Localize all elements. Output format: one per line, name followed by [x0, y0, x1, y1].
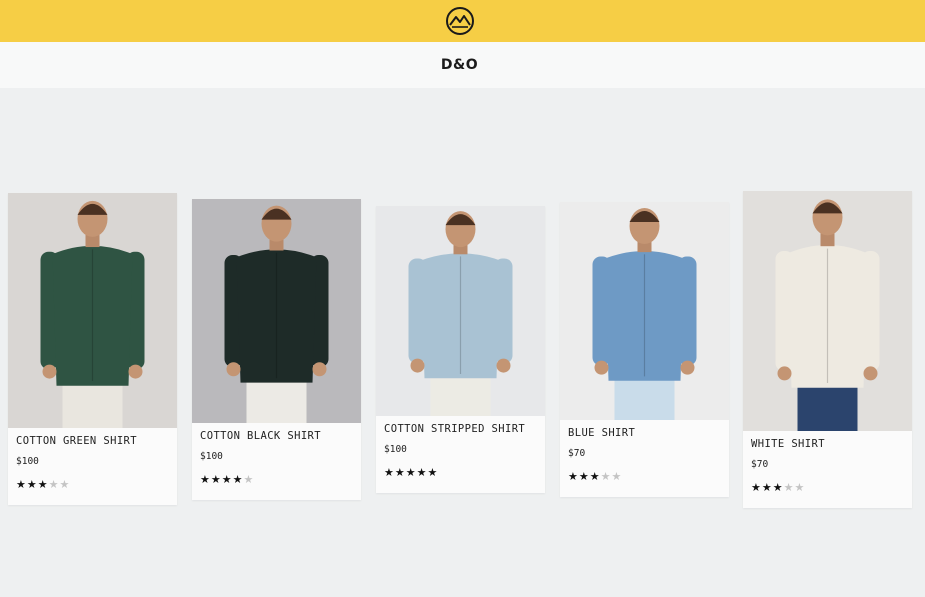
brand-bar: D&O [0, 42, 925, 88]
product-info: COTTON BLACK SHIRT $100 ★★★★★ [192, 423, 361, 500]
star-filled-icon: ★ [221, 473, 233, 486]
product-name[interactable]: BLUE SHIRT [568, 425, 729, 447]
star-filled-icon: ★ [589, 470, 601, 483]
star-empty-icon: ★ [600, 470, 612, 483]
mountain-circle-logo-icon[interactable] [445, 6, 475, 36]
product-info: COTTON GREEN SHIRT $100 ★★★★★ [8, 428, 177, 505]
star-filled-icon: ★ [405, 466, 417, 479]
star-empty-icon: ★ [611, 470, 623, 483]
star-filled-icon: ★ [578, 470, 590, 483]
model-photo [743, 191, 912, 431]
star-filled-icon: ★ [37, 478, 49, 491]
star-filled-icon: ★ [210, 473, 222, 486]
product-price: $100 [200, 451, 223, 462]
product-name[interactable]: COTTON BLACK SHIRT [200, 428, 361, 450]
product-card[interactable]: COTTON STRIPPED SHIRT $100 ★★★★★ [376, 206, 545, 493]
rating-stars: ★★★★★ [384, 467, 545, 479]
top-header-bar [0, 0, 925, 42]
product-image[interactable] [8, 193, 177, 428]
product-name[interactable]: COTTON STRIPPED SHIRT [384, 421, 545, 443]
star-filled-icon: ★ [16, 478, 27, 491]
brand-name[interactable]: D&O [441, 57, 478, 73]
model-photo [8, 193, 177, 428]
star-empty-icon: ★ [783, 481, 795, 494]
star-filled-icon: ★ [200, 473, 211, 486]
product-card[interactable]: BLUE SHIRT $70 ★★★★★ [560, 202, 729, 497]
product-info: WHITE SHIRT $70 ★★★★★ [743, 431, 912, 508]
model-photo [560, 202, 729, 420]
product-card[interactable]: COTTON BLACK SHIRT $100 ★★★★★ [192, 199, 361, 500]
star-empty-icon: ★ [243, 473, 255, 486]
star-filled-icon: ★ [384, 466, 395, 479]
model-photo [192, 199, 361, 423]
star-filled-icon: ★ [26, 478, 38, 491]
star-empty-icon: ★ [794, 481, 806, 494]
rating-stars: ★★★★★ [16, 479, 177, 491]
star-empty-icon: ★ [59, 478, 71, 491]
star-filled-icon: ★ [232, 473, 244, 486]
product-name[interactable]: COTTON GREEN SHIRT [16, 433, 177, 455]
product-card[interactable]: COTTON GREEN SHIRT $100 ★★★★★ [8, 193, 177, 505]
product-price: $70 [568, 448, 586, 459]
star-filled-icon: ★ [394, 466, 406, 479]
star-filled-icon: ★ [427, 466, 439, 479]
star-filled-icon: ★ [761, 481, 773, 494]
rating-stars: ★★★★★ [200, 474, 361, 486]
star-filled-icon: ★ [416, 466, 428, 479]
product-price: $100 [384, 444, 407, 455]
star-filled-icon: ★ [772, 481, 784, 494]
product-card[interactable]: WHITE SHIRT $70 ★★★★★ [743, 191, 912, 508]
product-image[interactable] [376, 206, 545, 416]
product-price: $70 [751, 459, 769, 470]
product-info: BLUE SHIRT $70 ★★★★★ [560, 420, 729, 497]
star-empty-icon: ★ [48, 478, 60, 491]
product-image[interactable] [560, 202, 729, 420]
rating-stars: ★★★★★ [751, 482, 912, 494]
rating-stars: ★★★★★ [568, 471, 729, 483]
model-photo [376, 206, 545, 416]
product-image[interactable] [743, 191, 912, 431]
product-price: $100 [16, 456, 39, 467]
star-filled-icon: ★ [568, 470, 579, 483]
product-name[interactable]: WHITE SHIRT [751, 436, 912, 458]
product-info: COTTON STRIPPED SHIRT $100 ★★★★★ [376, 416, 545, 493]
product-image[interactable] [192, 199, 361, 423]
star-filled-icon: ★ [751, 481, 762, 494]
